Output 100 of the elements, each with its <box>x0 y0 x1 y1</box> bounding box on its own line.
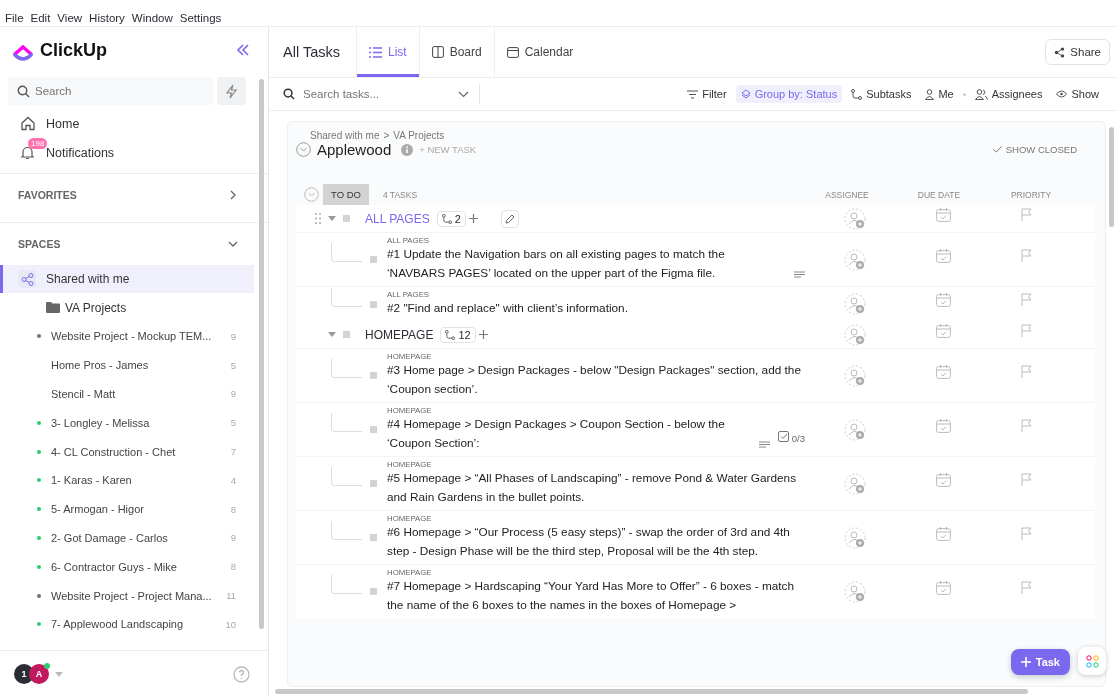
list-item[interactable]: 5- Armogan - Higor 8 <box>0 494 268 524</box>
task-title[interactable]: HOMEPAGE <box>365 327 434 342</box>
status-square[interactable] <box>370 426 377 433</box>
breadcrumb-link[interactable]: VA Projects <box>393 130 445 141</box>
collapse-circle-icon[interactable] <box>296 142 311 157</box>
task-search-field[interactable]: Search tasks... <box>301 87 452 101</box>
add-assignee-icon[interactable] <box>844 207 866 230</box>
collapse-icon[interactable] <box>236 43 250 57</box>
calendar-icon[interactable] <box>936 293 951 307</box>
group-by-button[interactable]: Group by: Status <box>735 85 843 103</box>
flag-icon[interactable] <box>1021 323 1032 337</box>
add-assignee-icon[interactable] <box>844 418 866 441</box>
list-item[interactable]: 4- CL Construction - Chet 7 <box>0 437 268 466</box>
show-button[interactable]: Show <box>1051 85 1104 103</box>
menu-item[interactable]: Edit <box>30 10 51 26</box>
status-square[interactable] <box>343 215 350 222</box>
quick-action-button[interactable] <box>217 77 246 105</box>
flag-icon[interactable] <box>1021 526 1032 540</box>
plus-icon[interactable] <box>468 214 478 223</box>
flag-icon[interactable] <box>1021 418 1032 432</box>
assignees-button[interactable]: Assignees <box>969 85 1048 103</box>
list-item[interactable]: Home Pros - James 5 <box>0 350 268 380</box>
collapse-circle-icon[interactable] <box>304 187 319 202</box>
calendar-icon[interactable] <box>936 526 951 541</box>
nav-item[interactable]: 198 Notifications <box>0 138 268 167</box>
show-closed-toggle[interactable]: SHOW CLOSED <box>992 144 1077 155</box>
list-item[interactable]: Stencil - Matt 9 <box>0 379 268 409</box>
list-item[interactable]: 3- Longley - Melissa 5 <box>0 408 268 438</box>
calendar-icon[interactable] <box>936 580 951 595</box>
status-square[interactable] <box>370 372 377 379</box>
flag-icon[interactable] <box>1021 580 1032 594</box>
column-header: DUE DATE <box>916 189 962 200</box>
task-title[interactable]: #7 Homepage > Hardscaping “Your Yard Has More to Offer” - 6 boxes - match the name of the 6 boxes to the names in the boxes of Homepage > <box>387 577 805 615</box>
menu-item[interactable]: Settings <box>179 10 222 26</box>
space-item[interactable]: Shared with me <box>0 265 254 293</box>
share-button[interactable]: Share <box>1045 39 1110 65</box>
flag-icon[interactable] <box>1021 364 1032 378</box>
add-assignee-icon[interactable] <box>844 526 866 549</box>
add-assignee-icon[interactable] <box>844 580 866 603</box>
list-item[interactable]: Website Project - Project Mana... 11 <box>0 581 268 610</box>
calendar-icon[interactable] <box>936 248 951 263</box>
flag-icon[interactable] <box>1021 207 1032 221</box>
add-assignee-icon[interactable] <box>844 364 866 387</box>
status-square[interactable] <box>370 256 377 263</box>
subtask-count[interactable]: 12 <box>440 326 476 343</box>
status-square[interactable] <box>343 331 350 338</box>
add-assignee-icon[interactable] <box>844 323 866 346</box>
add-assignee-icon[interactable] <box>844 248 866 271</box>
caret-icon[interactable] <box>328 216 336 221</box>
calendar-icon[interactable] <box>936 418 951 433</box>
view-tab[interactable]: Board <box>418 27 494 77</box>
add-task-button[interactable]: Task <box>1010 649 1070 675</box>
caret-icon[interactable] <box>328 332 336 337</box>
list-item[interactable]: 6- Contractor Guys - Mike 8 <box>0 552 268 582</box>
task-title[interactable]: #5 Homepage > “All Phases of Landscaping” - remove Pond & Water Gardens and Rain Gardens in the bullet points. <box>387 469 805 507</box>
status-square[interactable] <box>370 300 377 308</box>
flag-icon[interactable] <box>1021 248 1032 262</box>
add-assignee-icon[interactable] <box>844 472 866 495</box>
list-item[interactable]: 1- Karas - Karen 4 <box>0 466 268 495</box>
plus-icon[interactable] <box>478 330 488 339</box>
flag-icon[interactable] <box>1021 293 1032 306</box>
me-button[interactable]: Me <box>920 85 959 103</box>
search-field[interactable]: Search <box>8 77 213 105</box>
task-title[interactable]: #1 Update the Navigation bars on all existing pages to match the ‘NAVBARS PAGES’ located on the upper part of the Figma file. <box>387 245 786 283</box>
calendar-icon[interactable] <box>936 364 951 379</box>
apps-button[interactable] <box>1078 647 1106 675</box>
task-title[interactable]: #3 Home page > Design Packages - below "Design Packages" section, add the ‘Coupon section’. <box>387 361 805 399</box>
filter-button[interactable]: Filter <box>682 85 732 103</box>
help-icon[interactable] <box>233 665 250 683</box>
list-item[interactable]: Website Project - Mockup TEM... 9 <box>0 322 268 351</box>
status-square[interactable] <box>370 480 377 487</box>
list-item[interactable]: 2- Got Damage - Carlos 9 <box>0 523 268 553</box>
status-square[interactable] <box>370 588 377 595</box>
list-item[interactable]: 7- Applewood Landscaping 10 <box>0 609 268 639</box>
menu-item[interactable]: Window <box>131 10 173 26</box>
drag-handle-icon[interactable] <box>315 213 321 224</box>
menu-item[interactable]: View <box>57 10 83 26</box>
info-icon[interactable] <box>401 143 414 156</box>
caret-icon[interactable] <box>55 671 63 677</box>
view-tab[interactable]: List <box>355 27 419 77</box>
flag-icon[interactable] <box>1021 472 1032 486</box>
task-title[interactable]: #4 Homepage > Design Packages > Coupon Section - below the ‘Coupon Section’: <box>387 415 751 453</box>
calendar-icon[interactable] <box>936 323 951 338</box>
menu-item[interactable]: File <box>5 10 24 26</box>
breadcrumb-link[interactable]: Shared with me <box>310 130 380 141</box>
task-title[interactable]: ALL PAGES <box>365 211 430 226</box>
edit-button[interactable] <box>500 209 519 228</box>
view-tab[interactable]: Calendar <box>493 27 586 77</box>
calendar-icon[interactable] <box>936 472 951 487</box>
task-title[interactable]: #6 Homepage > “Our Process (5 easy steps)” - swap the order of 3rd and 4th step - Design Phase will be the third step, Proposal will be the 4th step. <box>387 523 805 561</box>
add-assignee-icon[interactable] <box>844 293 866 315</box>
task-title[interactable]: #2 "Find and replace" with client’s information. <box>387 299 628 318</box>
status-square[interactable] <box>370 534 377 541</box>
avatar[interactable]: A <box>29 664 49 684</box>
calendar-icon[interactable] <box>936 207 951 222</box>
folder-label[interactable]: VA Projects <box>65 300 127 315</box>
subtasks-button[interactable]: Subtasks <box>846 85 917 103</box>
subtask-count[interactable]: 2 <box>436 210 466 227</box>
nav-item[interactable]: Home <box>0 109 268 138</box>
menu-item[interactable]: History <box>89 10 125 26</box>
